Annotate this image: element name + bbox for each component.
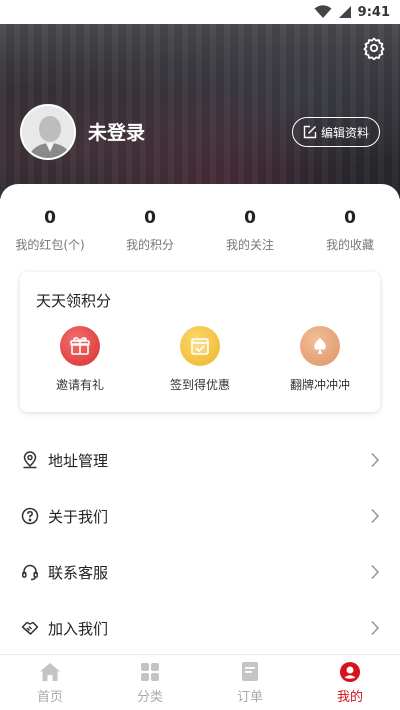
default-user-icon: [22, 106, 74, 158]
menu-item-customer-service[interactable]: 联系客服: [0, 544, 400, 600]
tab-category[interactable]: 分类: [100, 655, 200, 710]
grid-icon: [139, 661, 161, 683]
handshake-icon: [20, 618, 40, 638]
edit-profile-label: 编辑资料: [320, 125, 369, 140]
stat-value: 0: [144, 208, 156, 228]
stat-label: 我的关注: [225, 238, 274, 252]
stat-value: 0: [344, 208, 356, 228]
calendar-check-icon: [180, 326, 220, 366]
question-circle-icon: [20, 506, 40, 526]
points-item-label: 翻牌冲冲冲: [289, 378, 350, 392]
points-item-label: 邀请有礼: [55, 378, 104, 392]
avatar[interactable]: [20, 104, 76, 160]
status-time: 9:41: [357, 4, 390, 20]
menu-item-about[interactable]: 关于我们: [0, 488, 400, 544]
tab-label: 分类: [136, 689, 163, 705]
settings-button[interactable]: [362, 36, 386, 61]
chevron-right-icon: [371, 508, 380, 524]
edit-icon: [303, 125, 317, 139]
chevron-right-icon: [371, 620, 380, 636]
menu-item-label: 联系客服: [48, 563, 109, 582]
stats-row: 0 我的红包(个) 0 我的积分 0 我的关注 0 我的收藏: [0, 208, 400, 253]
main-panel: 0 我的红包(个) 0 我的积分 0 我的关注 0 我的收藏 天天领积分 邀请有…: [0, 184, 400, 654]
points-item-label: 签到得优惠: [169, 378, 230, 392]
stat-label: 我的收藏: [325, 238, 374, 252]
menu-item-join-us[interactable]: 加入我们: [0, 600, 400, 656]
gift-icon: [60, 326, 100, 366]
profile-icon: [339, 661, 361, 683]
chevron-right-icon: [371, 564, 380, 580]
settings-menu: 地址管理 关于我们 联系客服 加入我们: [0, 432, 400, 656]
gear-icon: [363, 37, 385, 61]
daily-points-card: 天天领积分 邀请有礼 签到得优惠 翻牌冲冲冲: [20, 272, 380, 412]
tab-home[interactable]: 首页: [0, 655, 100, 710]
tab-label: 订单: [236, 689, 263, 705]
username: 未登录: [88, 122, 146, 144]
stat-favorites[interactable]: 0 我的收藏: [300, 208, 400, 253]
tab-label: 首页: [36, 689, 63, 705]
stat-value: 0: [44, 208, 56, 228]
tab-label: 我的: [336, 689, 363, 705]
stat-following[interactable]: 0 我的关注: [200, 208, 300, 253]
menu-item-label: 地址管理: [48, 451, 109, 470]
home-icon: [39, 661, 61, 683]
chevron-right-icon: [371, 452, 380, 468]
bottom-nav: 首页 分类 订单 我的: [0, 654, 400, 710]
menu-item-label: 加入我们: [48, 619, 109, 638]
location-pin-icon: [20, 450, 40, 470]
stat-points[interactable]: 0 我的积分: [100, 208, 200, 253]
headset-icon: [20, 562, 40, 582]
invite-reward-item[interactable]: 邀请有礼: [20, 326, 140, 393]
profile-header: 未登录 编辑资料: [0, 24, 400, 199]
stat-label: 我的积分: [125, 238, 174, 252]
stat-value: 0: [244, 208, 256, 228]
stat-red-packets[interactable]: 0 我的红包(个): [0, 208, 100, 253]
edit-profile-button[interactable]: 编辑资料: [291, 117, 380, 147]
spade-card-icon: [300, 326, 340, 366]
cellular-icon: [338, 6, 351, 18]
flip-card-item[interactable]: 翻牌冲冲冲: [260, 326, 380, 393]
tab-profile[interactable]: 我的: [300, 655, 400, 710]
points-card-title: 天天领积分: [36, 292, 112, 310]
tab-orders[interactable]: 订单: [200, 655, 300, 710]
wifi-icon: [314, 5, 332, 18]
menu-item-address[interactable]: 地址管理: [0, 432, 400, 488]
menu-item-label: 关于我们: [48, 507, 109, 526]
checkin-item[interactable]: 签到得优惠: [140, 326, 260, 393]
order-icon: [239, 661, 261, 683]
stat-label: 我的红包(个): [15, 238, 85, 252]
status-bar: 9:41: [0, 0, 400, 24]
